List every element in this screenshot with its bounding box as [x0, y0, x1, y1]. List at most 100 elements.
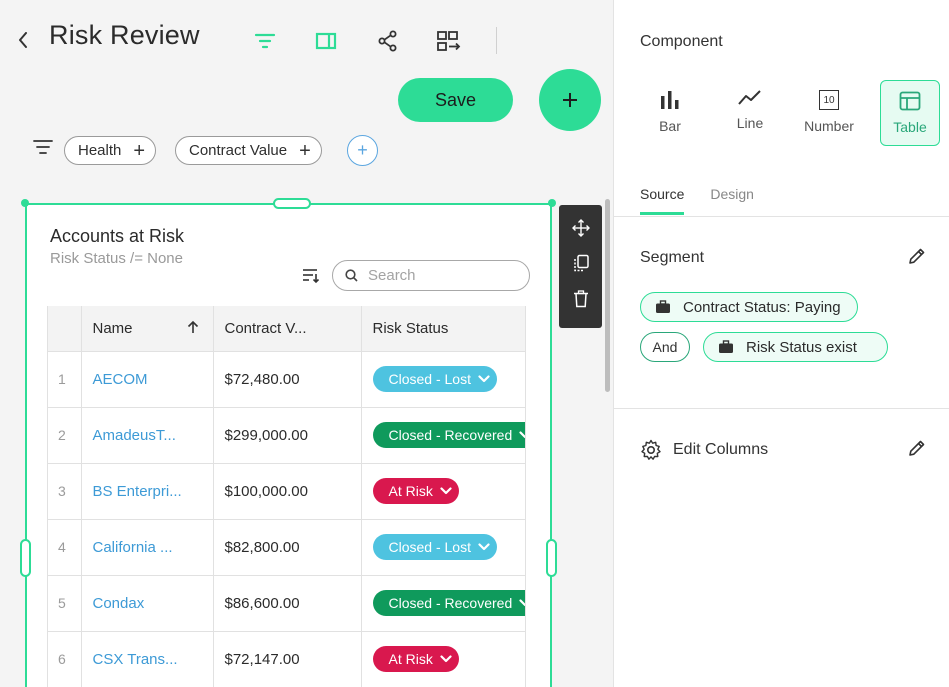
contract-value-cell: $72,147.00 — [213, 631, 362, 687]
component-heading: Component — [640, 33, 723, 50]
panel-toggle-button[interactable] — [313, 28, 339, 54]
risk-status-dropdown[interactable]: Closed - Lost — [372, 534, 497, 560]
account-name-link[interactable]: AECOM — [81, 351, 214, 408]
back-button[interactable] — [14, 28, 32, 52]
table-row[interactable]: 5 Condax $86,600.00 Closed - Recovered — [48, 575, 525, 632]
column-header-label: Contract V... — [224, 319, 307, 337]
component-type-number[interactable]: 10 Number — [799, 80, 859, 144]
widget-title: Accounts at Risk — [50, 226, 185, 246]
column-header-risk-status[interactable]: Risk Status — [361, 306, 525, 352]
properties-panel: Component Bar Line 10 Number Table Sourc… — [613, 0, 949, 687]
resize-corner-handle[interactable] — [21, 199, 29, 207]
filter-chip-health[interactable]: Health + — [64, 136, 157, 165]
accounts-table: Name Contract V... Risk Status 1 AECOM $72… — [47, 306, 526, 687]
component-type-table[interactable]: Table — [880, 80, 940, 146]
resize-handle-left[interactable] — [20, 539, 31, 577]
canvas-scrollbar[interactable] — [605, 199, 610, 392]
table-row[interactable]: 6 CSX Trans... $72,147.00 At Risk — [48, 631, 525, 687]
filter-toolbar-button[interactable] — [252, 28, 278, 54]
table-search[interactable] — [332, 260, 530, 291]
column-header-name[interactable]: Name — [81, 306, 214, 352]
layout-button[interactable] — [436, 28, 462, 54]
tab-design[interactable]: Design — [710, 186, 754, 215]
account-name-link[interactable]: California ... — [81, 519, 214, 576]
sort-options-icon[interactable] — [301, 267, 321, 285]
duplicate-widget-button[interactable] — [571, 253, 591, 273]
widget-subtitle: Risk Status /= None — [50, 250, 183, 267]
tab-source[interactable]: Source — [640, 186, 685, 215]
segment-title: Segment — [640, 249, 705, 266]
risk-status-dropdown[interactable]: At Risk — [372, 478, 459, 504]
component-type-label: Number — [804, 118, 854, 134]
chevron-down-icon — [518, 428, 525, 442]
component-type-line[interactable]: Line — [720, 78, 780, 142]
save-button[interactable]: Save — [398, 78, 513, 122]
resize-corner-handle[interactable] — [548, 199, 556, 207]
row-number: 5 — [48, 575, 82, 632]
table-row[interactable]: 3 BS Enterpri... $100,000.00 At Risk — [48, 463, 525, 520]
segment-chip[interactable]: Risk Status exist — [703, 332, 888, 362]
filters-icon[interactable] — [32, 139, 54, 157]
search-input[interactable] — [368, 267, 508, 284]
resize-handle-right[interactable] — [546, 539, 557, 577]
chevron-down-icon — [477, 540, 491, 554]
account-name-link[interactable]: Condax — [81, 575, 214, 632]
edit-pencil-icon[interactable] — [907, 438, 927, 458]
copy-icon — [574, 254, 589, 272]
move-widget-button[interactable] — [571, 218, 591, 238]
plus-icon — [563, 93, 577, 107]
add-filter-button[interactable]: + — [347, 135, 378, 166]
plus-icon: + — [357, 140, 368, 160]
search-icon — [345, 269, 358, 282]
chevron-down-icon — [439, 484, 453, 498]
tabs-divider — [614, 216, 949, 217]
risk-status-dropdown[interactable]: Closed - Recovered — [372, 422, 525, 448]
filter-chip-label: Health — [78, 142, 122, 159]
account-name-link[interactable]: AmadeusT... — [81, 407, 214, 464]
component-type-bar[interactable]: Bar — [640, 80, 700, 144]
number-icon: 10 — [819, 90, 839, 110]
risk-status-label: At Risk — [388, 651, 433, 667]
share-button[interactable] — [375, 28, 401, 54]
gear-icon — [641, 439, 661, 460]
table-icon — [899, 91, 921, 111]
column-header-label: Name — [92, 319, 133, 337]
risk-status-cell: At Risk — [361, 631, 525, 687]
widget-toolbar — [559, 205, 602, 328]
component-type-label: Bar — [659, 118, 681, 134]
table-row[interactable]: 4 California ... $82,800.00 Closed - Lost — [48, 519, 525, 576]
contract-value-cell: $72,480.00 — [213, 351, 362, 408]
plus-icon: + — [299, 139, 311, 162]
segment-chip[interactable]: Contract Status: Paying — [640, 292, 858, 322]
risk-status-label: Closed - Recovered — [388, 595, 513, 611]
edit-pencil-icon[interactable] — [907, 246, 927, 266]
column-header-contract-value[interactable]: Contract V... — [213, 306, 362, 352]
bar-chart-icon — [661, 91, 679, 109]
risk-status-label: At Risk — [388, 483, 433, 499]
delete-widget-button[interactable] — [571, 289, 591, 309]
row-number: 1 — [48, 351, 82, 408]
table-row[interactable]: 2 AmadeusT... $299,000.00 Closed - Recovere… — [48, 407, 525, 464]
row-number-header — [48, 306, 82, 352]
add-widget-button[interactable] — [539, 69, 601, 131]
and-operator-chip[interactable]: And — [640, 332, 690, 362]
briefcase-icon — [719, 340, 733, 353]
table-row[interactable]: 1 AECOM $72,480.00 Closed - Lost — [48, 351, 525, 408]
risk-status-cell: Closed - Lost — [361, 351, 525, 408]
component-type-label: Table — [893, 119, 927, 135]
contract-value-cell: $82,800.00 — [213, 519, 362, 576]
edit-columns-title[interactable]: Edit Columns — [673, 441, 768, 459]
risk-status-dropdown[interactable]: Closed - Recovered — [372, 590, 525, 616]
contract-value-cell: $299,000.00 — [213, 407, 362, 464]
side-panel-icon — [315, 32, 337, 50]
filter-chip-contract-value[interactable]: Contract Value + — [175, 136, 322, 165]
account-name-link[interactable]: BS Enterpri... — [81, 463, 214, 520]
account-name-link[interactable]: CSX Trans... — [81, 631, 214, 687]
row-number: 2 — [48, 407, 82, 464]
chevron-down-icon — [518, 596, 525, 610]
plus-icon: + — [133, 139, 146, 162]
risk-status-dropdown[interactable]: At Risk — [372, 646, 459, 672]
resize-handle-top[interactable] — [273, 198, 311, 209]
risk-status-dropdown[interactable]: Closed - Lost — [372, 366, 497, 392]
risk-status-label: Closed - Lost — [388, 371, 471, 387]
